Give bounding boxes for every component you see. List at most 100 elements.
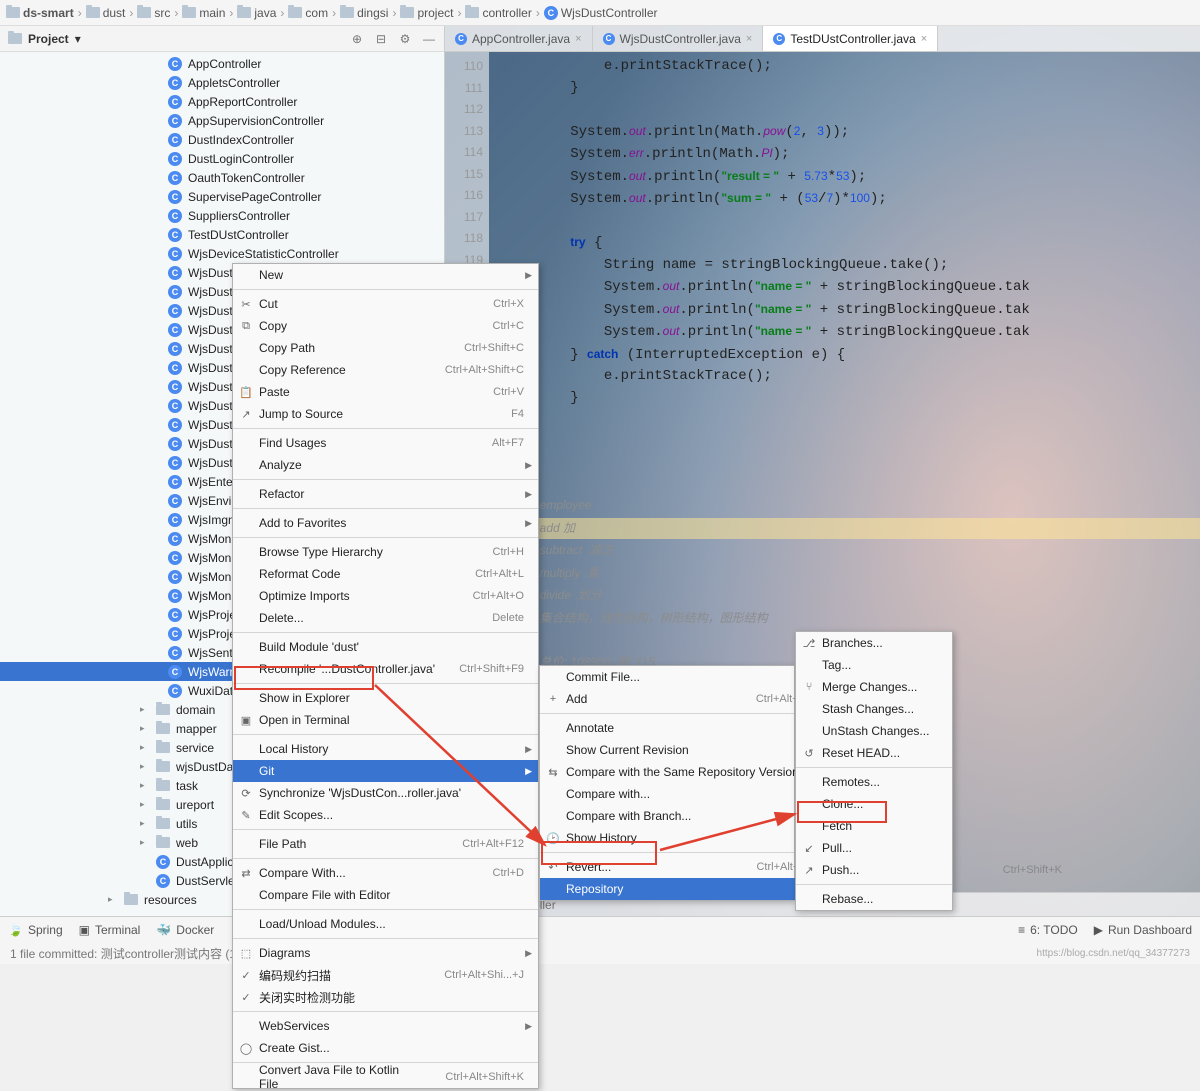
- menu-item[interactable]: Recompile '...DustController.java'Ctrl+S…: [233, 658, 538, 680]
- menu-item[interactable]: Browse Type HierarchyCtrl+H: [233, 541, 538, 563]
- menu-item[interactable]: Local History▶: [233, 738, 538, 760]
- tool-spring[interactable]: 🍃 Spring: [8, 923, 63, 937]
- menu-item[interactable]: Add to Favorites▶: [233, 512, 538, 534]
- crumb-4[interactable]: java: [237, 6, 276, 20]
- menu-item[interactable]: ⬚Diagrams▶: [233, 942, 538, 964]
- menu-item[interactable]: ⇆Compare with the Same Repository Versio…: [540, 761, 820, 783]
- editor-tab[interactable]: CTestDUstController.java×: [763, 26, 938, 51]
- menu-item[interactable]: Build Module 'dust': [233, 636, 538, 658]
- crumb-5[interactable]: com: [288, 6, 328, 20]
- menu-item[interactable]: ↗Jump to SourceF4: [233, 403, 538, 425]
- menu-item[interactable]: Commit File...: [540, 666, 820, 688]
- crumb-8[interactable]: controller: [465, 6, 531, 20]
- tree-class-item[interactable]: CWjsDeviceStatisticController: [0, 244, 444, 263]
- menu-item[interactable]: Delete...Delete: [233, 607, 538, 629]
- menu-item[interactable]: Analyze▶: [233, 454, 538, 476]
- menu-item[interactable]: Convert Java File to Kotlin FileCtrl+Alt…: [233, 1066, 538, 1088]
- collapse-all-icon[interactable]: ⊟: [374, 32, 388, 46]
- tree-class-item[interactable]: CAppReportController: [0, 92, 444, 111]
- menu-item[interactable]: New▶: [233, 264, 538, 286]
- menu-item[interactable]: ↗Push...Ctrl+Shift+K: [796, 859, 1076, 881]
- context-menu-main[interactable]: New▶ ✂CutCtrl+X⧉CopyCtrl+CCopy PathCtrl+S…: [232, 263, 539, 1089]
- tree-class-item[interactable]: CSupervisePageController: [0, 187, 444, 206]
- menu-item[interactable]: ◯Create Gist...: [233, 1037, 538, 1059]
- menu-item[interactable]: Repository▶: [540, 878, 820, 900]
- tree-class-item[interactable]: COauthTokenController: [0, 168, 444, 187]
- menu-item[interactable]: Annotate: [540, 717, 820, 739]
- menu-item[interactable]: Copy ReferenceCtrl+Alt+Shift+C: [233, 359, 538, 381]
- menu-item[interactable]: Show Current Revision: [540, 739, 820, 761]
- menu-item[interactable]: WebServices▶: [233, 1015, 538, 1037]
- tree-class-item[interactable]: CAppletsController: [0, 73, 444, 92]
- menu-item[interactable]: Rebase...: [796, 888, 1076, 910]
- menu-item[interactable]: ↙Pull...: [796, 837, 1076, 859]
- project-dropdown[interactable]: ▾: [75, 32, 81, 46]
- menu-item[interactable]: Tag...: [796, 654, 1076, 676]
- menu-item[interactable]: ⟳Synchronize 'WjsDustCon...roller.java': [233, 782, 538, 804]
- menu-item[interactable]: UnStash Changes...: [796, 720, 1076, 742]
- crumb-1[interactable]: dust: [86, 6, 126, 20]
- context-menu-git[interactable]: Commit File...+AddCtrl+Alt+AAnnotateShow…: [539, 665, 795, 901]
- menu-item[interactable]: Copy PathCtrl+Shift+C: [233, 337, 538, 359]
- tree-class-item[interactable]: CDustLoginController: [0, 149, 444, 168]
- crumb-6[interactable]: dingsi: [340, 6, 388, 20]
- menu-item[interactable]: ⇄Compare With...Ctrl+D: [233, 862, 538, 884]
- menu-item[interactable]: Show in Explorer: [233, 687, 538, 709]
- menu-item[interactable]: ↶Revert...Ctrl+Alt+Z: [540, 856, 820, 878]
- tree-class-item[interactable]: CAppController: [0, 54, 444, 73]
- tool-todo[interactable]: ≡ 6: TODO: [1018, 923, 1078, 937]
- menu-item[interactable]: Find UsagesAlt+F7: [233, 432, 538, 454]
- menu-item[interactable]: Git▶: [233, 760, 538, 782]
- menu-item[interactable]: Clone...: [796, 793, 1076, 815]
- crumb-2[interactable]: src: [137, 6, 170, 20]
- menu-item[interactable]: Reformat CodeCtrl+Alt+L: [233, 563, 538, 585]
- expand-icon[interactable]: ▸: [140, 723, 150, 734]
- editor-tab[interactable]: CAppController.java×: [445, 26, 593, 51]
- menu-item[interactable]: ✓关闭实时检测功能: [233, 986, 538, 1008]
- menu-item[interactable]: ⎇Branches...: [796, 632, 1076, 654]
- expand-icon[interactable]: ▸: [140, 761, 150, 772]
- menu-item[interactable]: Load/Unload Modules...: [233, 913, 538, 935]
- expand-icon[interactable]: ▸: [140, 704, 150, 715]
- crumb-7[interactable]: project: [400, 6, 453, 20]
- close-icon[interactable]: ×: [921, 33, 927, 45]
- menu-item[interactable]: ✎Edit Scopes...: [233, 804, 538, 826]
- context-menu-repository[interactable]: ⎇Branches...Tag...⑂Merge Changes...Stash…: [795, 631, 953, 911]
- crumb-0[interactable]: ds-smart: [6, 6, 74, 20]
- menu-item[interactable]: File PathCtrl+Alt+F12: [233, 833, 538, 855]
- crumb-3[interactable]: main: [182, 6, 225, 20]
- menu-item[interactable]: Refactor▶: [233, 483, 538, 505]
- tree-class-item[interactable]: CTestDUstController: [0, 225, 444, 244]
- tool-docker[interactable]: 🐳 Docker: [156, 923, 214, 937]
- menu-item[interactable]: Compare File with Editor: [233, 884, 538, 906]
- menu-item[interactable]: Compare with Branch...: [540, 805, 820, 827]
- menu-item[interactable]: Compare with...: [540, 783, 820, 805]
- close-icon[interactable]: ×: [575, 33, 581, 45]
- menu-item[interactable]: 📋PasteCtrl+V: [233, 381, 538, 403]
- hide-icon[interactable]: —: [422, 32, 436, 46]
- expand-icon[interactable]: ▸: [140, 780, 150, 791]
- project-title[interactable]: Project: [28, 32, 69, 46]
- expand-icon[interactable]: ▸: [108, 894, 118, 905]
- settings-icon[interactable]: ⚙: [398, 32, 412, 46]
- editor-tab[interactable]: CWjsDustController.java×: [593, 26, 764, 51]
- tree-class-item[interactable]: CAppSupervisionController: [0, 111, 444, 130]
- tool-terminal[interactable]: ▣ Terminal: [79, 923, 141, 937]
- menu-item[interactable]: ⧉CopyCtrl+C: [233, 315, 538, 337]
- crumb-9[interactable]: CWjsDustController: [544, 6, 658, 20]
- expand-icon[interactable]: ▸: [140, 818, 150, 829]
- menu-item[interactable]: ✓编码规约扫描Ctrl+Alt+Shi...+J: [233, 964, 538, 986]
- menu-item[interactable]: 🕑Show History: [540, 827, 820, 849]
- expand-icon[interactable]: ▸: [140, 837, 150, 848]
- menu-item[interactable]: ✂CutCtrl+X: [233, 293, 538, 315]
- close-icon[interactable]: ×: [746, 33, 752, 45]
- menu-item[interactable]: Fetch: [796, 815, 1076, 837]
- menu-item[interactable]: ▣Open in Terminal: [233, 709, 538, 731]
- scroll-from-source-icon[interactable]: ⊕: [350, 32, 364, 46]
- menu-item[interactable]: +AddCtrl+Alt+A: [540, 688, 820, 710]
- menu-item[interactable]: Stash Changes...: [796, 698, 1076, 720]
- menu-item[interactable]: Remotes...: [796, 771, 1076, 793]
- menu-item[interactable]: Optimize ImportsCtrl+Alt+O: [233, 585, 538, 607]
- tree-class-item[interactable]: CDustIndexController: [0, 130, 444, 149]
- expand-icon[interactable]: ▸: [140, 742, 150, 753]
